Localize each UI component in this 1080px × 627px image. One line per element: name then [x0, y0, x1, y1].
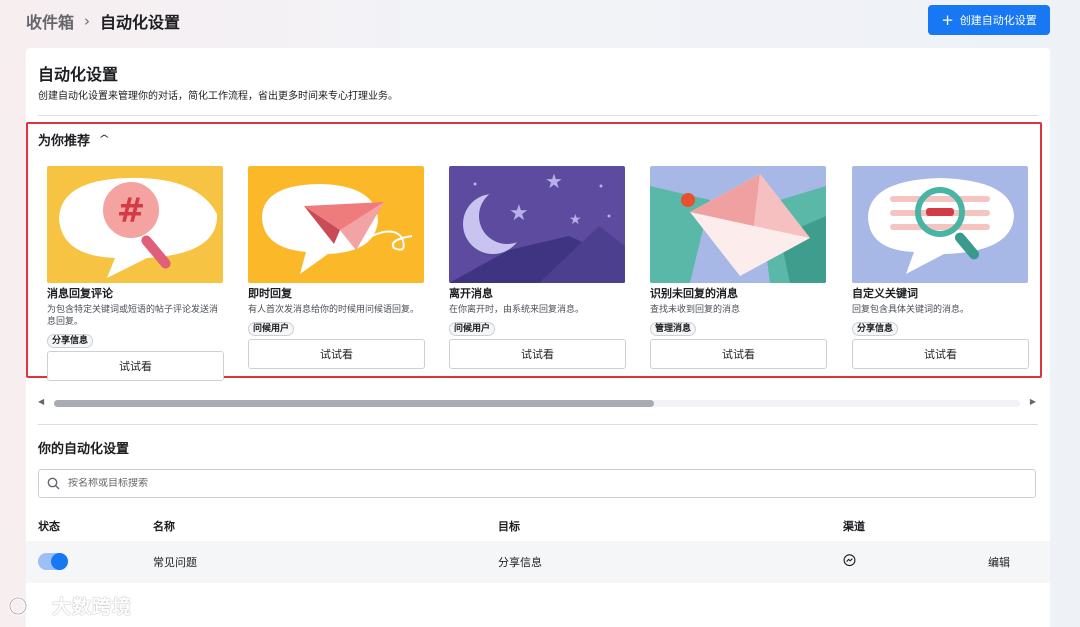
try-button[interactable]: 试试看 [852, 339, 1029, 369]
envelopes-illustration [650, 166, 826, 283]
scroll-left-icon[interactable]: ◀ [38, 397, 44, 406]
tile-title: 离开消息 [449, 287, 493, 300]
horizontal-scrollbar[interactable]: ◀ ▶ [38, 396, 1036, 408]
svg-text:★: ★ [509, 201, 529, 226]
tile-description: 为包含特定关键词或短语的帖子评论发送消息回复。 [47, 305, 219, 327]
tile-unreplied-messages: 识别未回复的消息 查找未收到回复的消息 管理消息 试试看 [650, 166, 827, 369]
tile-description: 有人首次发消息给你的时候用问候语回复。 [248, 305, 420, 315]
tile-tag: 问候用户 [248, 322, 295, 336]
breadcrumb-inbox[interactable]: 收件箱 [26, 9, 74, 33]
svg-text:#: # [117, 191, 146, 231]
tile-instant-reply: 即时回复 有人首次发消息给你的时候用问候语回复。 问候用户 试试看 [248, 166, 425, 369]
page-title: 自动化设置 [38, 65, 119, 84]
tile-tag: 分享信息 [47, 334, 94, 348]
tile-title: 识别未回复的消息 [650, 287, 738, 300]
divider [38, 115, 1038, 116]
column-channel: 渠道 [843, 520, 865, 533]
watermark-logo-icon [8, 595, 48, 615]
tile-title: 自定义关键词 [852, 287, 918, 300]
row-goal: 分享信息 [498, 556, 542, 569]
recommended-header[interactable]: 为你推荐 ^ [38, 130, 110, 149]
hashtag-magnifier-illustration: # [47, 166, 223, 283]
tile-custom-keywords: 自定义关键词 回复包含具体关键词的消息。 分享信息 试试看 [852, 166, 1029, 369]
recommended-title: 为你推荐 [38, 134, 91, 149]
breadcrumb: 收件箱 › 自动化设置 [26, 8, 180, 34]
tile-title: 即时回复 [248, 287, 292, 300]
column-goal: 目标 [498, 520, 520, 533]
tile-description: 查找未收到回复的消息 [650, 305, 741, 315]
column-status: 状态 [38, 520, 60, 533]
try-button[interactable]: 试试看 [650, 339, 827, 369]
tile-tag: 管理消息 [650, 322, 697, 336]
tile-away-message: ★ ★ ★ 离开消息 在你离开时，由系统来回复消息。 问候用户 试试看 [449, 166, 626, 369]
page-description: 创建自动化设置来管理你的对话，简化工作流程，省出更多时间来专心打理业务。 [38, 91, 398, 102]
paper-plane-illustration [248, 166, 424, 283]
column-name: 名称 [153, 520, 175, 533]
automation-card: 自动化设置 创建自动化设置来管理你的对话，简化工作流程，省出更多时间来专心打理业… [26, 48, 1050, 627]
create-automation-label: 创建自动化设置 [959, 14, 1037, 27]
scrollbar-thumb[interactable] [54, 400, 654, 407]
watermark-text: 大数跨境 [52, 596, 133, 618]
keyword-magnifier-illustration [852, 166, 1028, 283]
plus-icon: + [941, 10, 954, 29]
try-button[interactable]: 试试看 [449, 339, 626, 369]
search-box[interactable] [38, 469, 1036, 498]
chevron-up-icon[interactable]: ^ [98, 134, 110, 145]
divider [38, 424, 1038, 425]
svg-text:★: ★ [569, 212, 582, 228]
try-button[interactable]: 试试看 [248, 339, 425, 369]
tile-description: 回复包含具体关键词的消息。 [852, 305, 970, 315]
search-icon [47, 477, 60, 490]
your-automations-title: 你的自动化设置 [38, 442, 130, 457]
tile-description: 在你离开时，由系统来回复消息。 [449, 305, 585, 315]
scroll-right-icon[interactable]: ▶ [1030, 397, 1036, 406]
watermark: 大数跨境 [8, 592, 132, 619]
edit-link[interactable]: 编辑 [988, 554, 1010, 570]
breadcrumb-current: 自动化设置 [100, 13, 181, 32]
toggle-knob [51, 553, 68, 570]
search-input[interactable] [68, 478, 968, 489]
chevron-right-icon: › [84, 12, 91, 30]
messenger-icon [843, 554, 856, 567]
svg-text:★: ★ [545, 169, 563, 193]
status-toggle[interactable] [38, 553, 68, 570]
tile-comment-reply: # 消息回复评论 为包含特定关键词或短语的帖子评论发送消息回复。 分享信息 试试… [47, 166, 224, 381]
row-name: 常见问题 [153, 556, 197, 569]
tile-title: 消息回复评论 [47, 287, 113, 300]
tile-tag: 分享信息 [852, 322, 899, 336]
tile-tag: 问候用户 [449, 322, 496, 336]
moon-stars-illustration: ★ ★ ★ [449, 166, 625, 283]
try-button[interactable]: 试试看 [47, 351, 224, 381]
create-automation-button[interactable]: + 创建自动化设置 [928, 5, 1050, 35]
